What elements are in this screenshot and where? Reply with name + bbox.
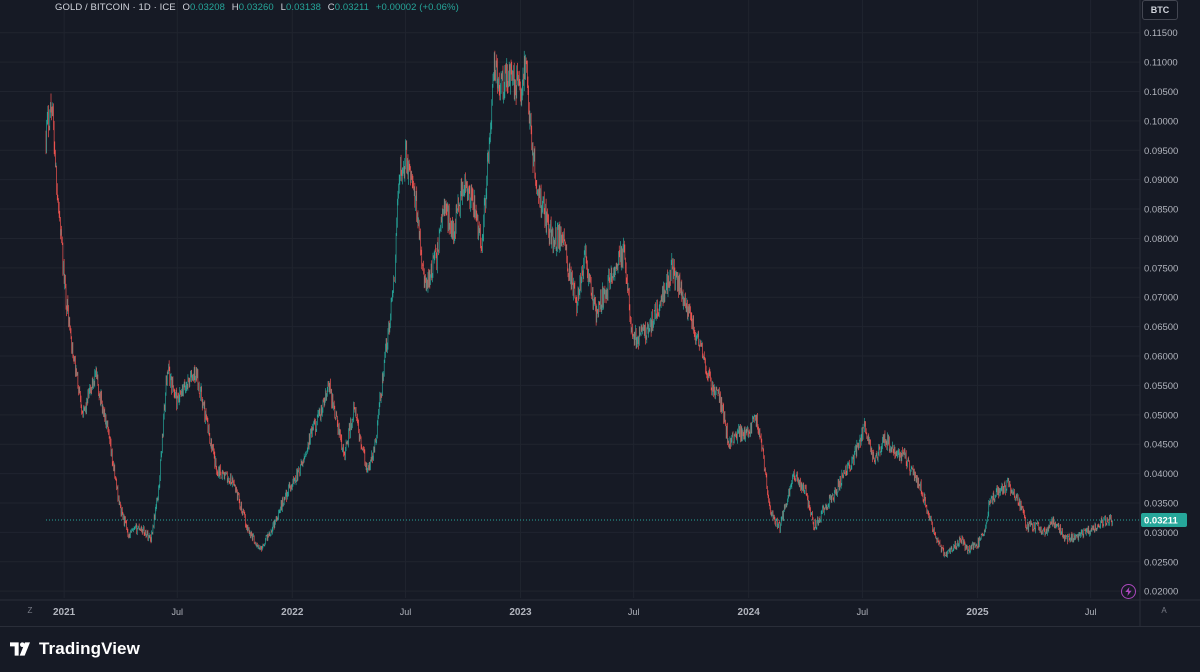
y-tick-label: 0.07500 [1144,263,1178,274]
y-tick-label: 0.02500 [1144,557,1178,568]
x-tick-label: 2023 [509,607,532,618]
x-tick-label: 2024 [738,607,761,618]
x-tick-label: 2025 [966,607,989,618]
last-price-badge-text: 0.03211 [1144,515,1179,526]
y-tick-label: 0.10500 [1144,87,1178,98]
open-value: 0.03208 [190,2,226,13]
lightning-icon[interactable] [1121,584,1136,599]
zoom-reset-marker[interactable]: Z [24,605,36,617]
x-tick-label: Jul [400,607,412,617]
chart-panel[interactable]: 0.11500 0.11000 0.10500 0.10000 0.09500 0.090… [0,0,1200,626]
symbol-title[interactable]: GOLD / BITCOIN · 1D · ICE [55,2,176,13]
y-tick-label: 0.03000 [1144,528,1178,539]
tradingview-brand: TradingView [39,639,140,658]
y-tick-label: 0.03500 [1144,499,1178,510]
candlestick-chart[interactable]: 0.11500 0.11000 0.10500 0.10000 0.09500 0.090… [0,0,1200,626]
x-tick-label: Jul [172,607,184,617]
change-value: +0.00002 (+0.06%) [375,2,459,13]
low-value: 0.03138 [285,2,321,13]
tradingview-logo-icon [10,642,30,656]
x-tick-label: Jul [628,607,640,617]
y-tick-label: 0.10000 [1144,116,1178,127]
y-tick-label: 0.04000 [1144,469,1178,480]
y-tick-label: 0.08000 [1144,234,1178,245]
y-tick-label: 0.11000 [1144,58,1178,69]
x-tick-label: 2022 [281,607,304,618]
x-tick-label: 2021 [53,607,76,618]
open-label: O [182,2,190,13]
y-tick-label: 0.02000 [1144,587,1178,598]
high-label: H [231,2,239,13]
y-tick-label: 0.11500 [1144,28,1178,39]
close-value: 0.03211 [334,2,370,13]
y-tick-label: 0.05500 [1144,381,1178,392]
grid-layer [0,0,1200,626]
auto-scale-marker[interactable]: A [1158,605,1170,617]
close-label: C [327,2,335,13]
y-tick-label: 0.07000 [1144,293,1178,304]
last-price-badge: 0.03211 [1141,512,1187,527]
symbol-legend: GOLD / BITCOIN · 1D · ICE O0.03208 H0.03… [55,2,459,16]
price-axis[interactable]: 0.11500 0.11000 0.10500 0.10000 0.09500 0.090… [1144,28,1178,597]
y-tick-label: 0.06500 [1144,322,1178,333]
y-tick-label: 0.08500 [1144,205,1178,216]
footer-bar: TradingView [0,626,1200,672]
lightning-glyph [1125,587,1132,596]
currency-selector[interactable]: BTC [1142,0,1178,20]
x-tick-label: Jul [857,607,869,617]
high-value: 0.03260 [238,2,274,13]
y-tick-label: 0.09000 [1144,175,1178,186]
y-tick-label: 0.05000 [1144,410,1178,421]
y-tick-label: 0.09500 [1144,146,1178,157]
y-tick-label: 0.06000 [1144,352,1178,363]
x-tick-label: Jul [1085,607,1097,617]
tradingview-logo[interactable]: TradingView [10,639,140,659]
y-tick-label: 0.04500 [1144,440,1178,451]
time-axis[interactable]: 2021 Jul 2022 Jul 2023 Jul 2024 Jul 2025 Jul [53,607,1096,618]
